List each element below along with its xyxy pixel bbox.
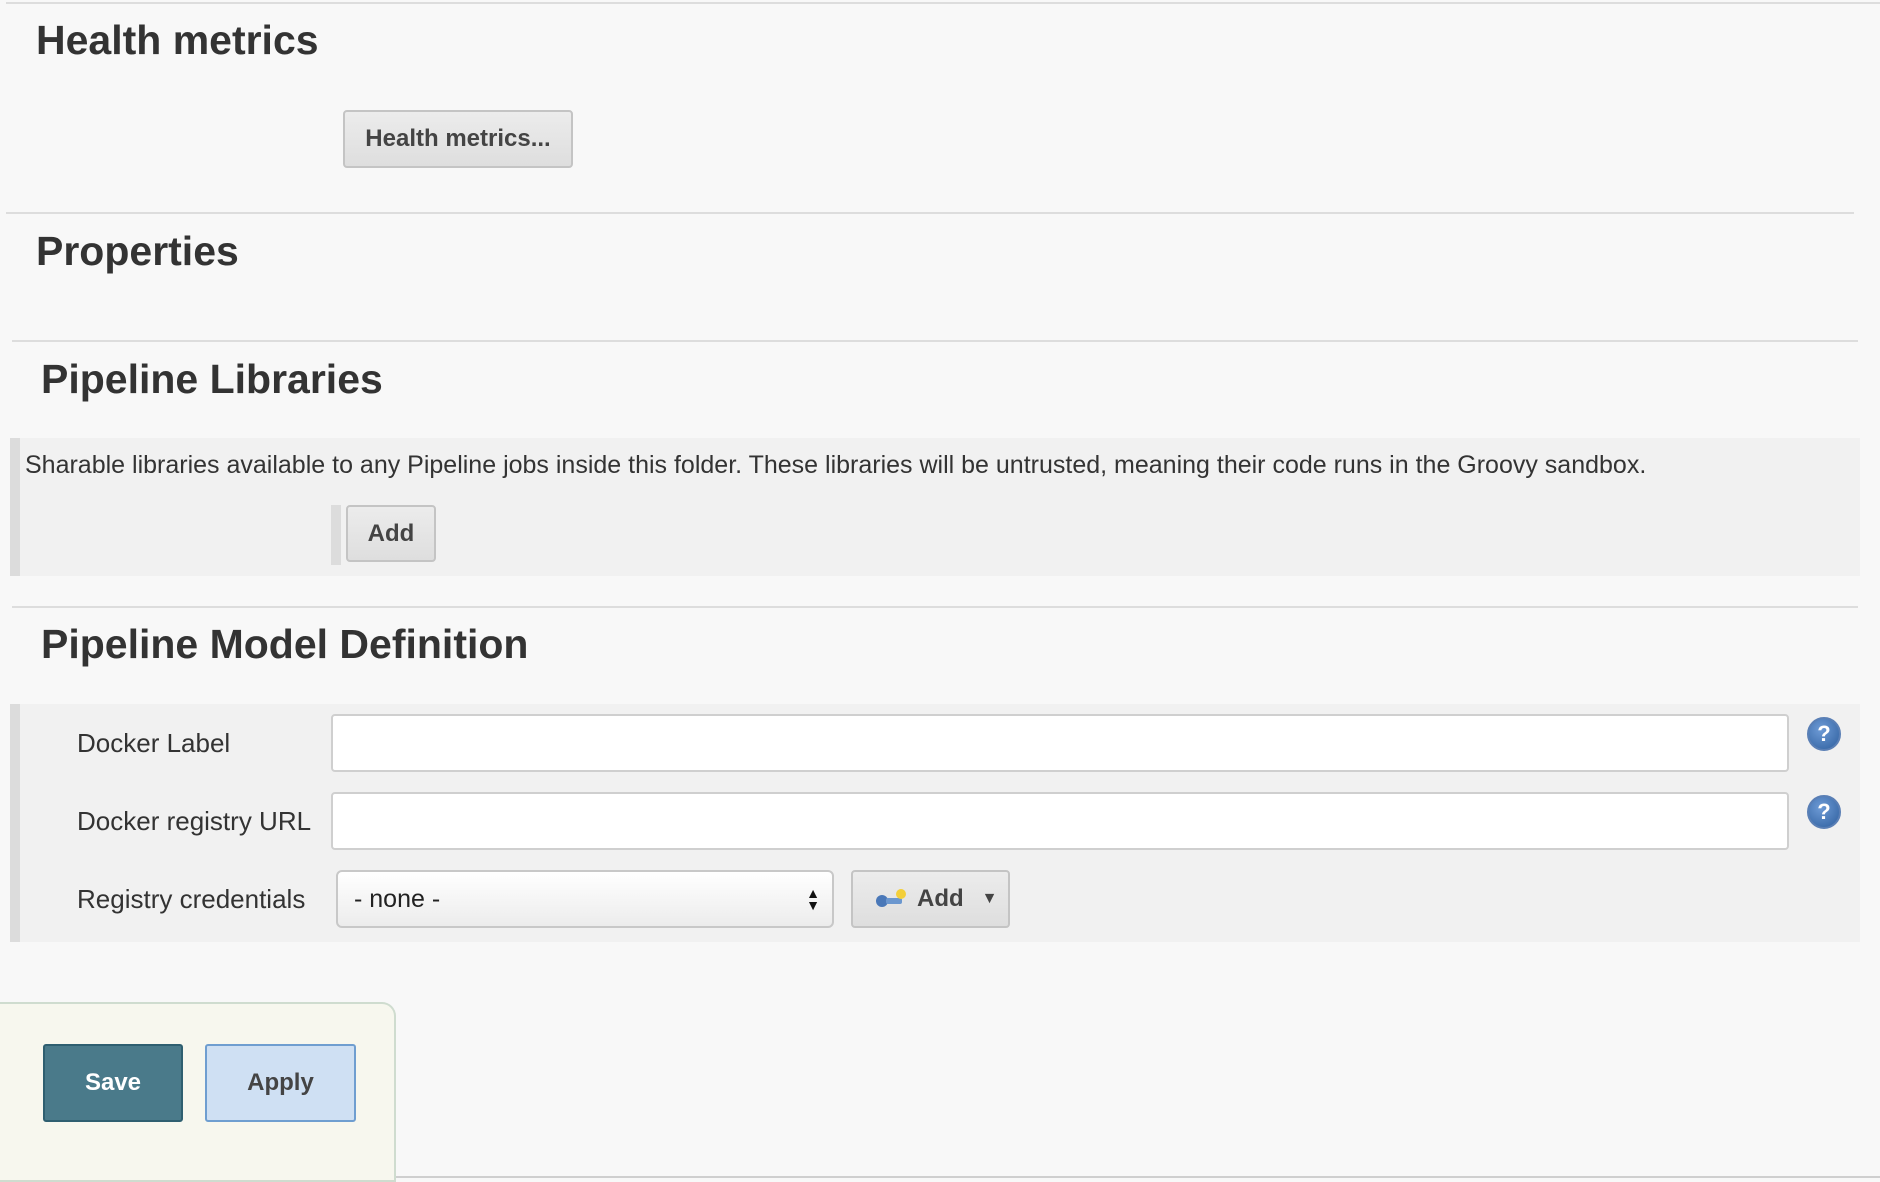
add-credentials-button[interactable]: Add ▼ [851,870,1010,928]
docker-label-label: Docker Label [77,728,231,758]
add-credentials-label: Add [917,885,964,912]
health-metrics-button[interactable]: Health metrics... [343,110,573,168]
divider [6,212,1854,214]
caret-down-icon: ▼ [981,890,998,907]
select-arrows-icon: ▲ ▼ [806,885,820,913]
save-button[interactable]: Save [43,1044,183,1122]
bottom-edge [396,1176,1880,1178]
registry-credentials-select[interactable]: - none - ▲ ▼ [336,870,834,928]
section-title-pipeline-model-definition: Pipeline Model Definition [41,621,529,667]
docker-registry-url-input[interactable] [331,792,1789,850]
key-icon [875,888,907,910]
divider [12,340,1858,342]
registry-credentials-label: Registry credentials [77,884,306,914]
apply-button[interactable]: Apply [205,1044,356,1122]
help-icon[interactable]: ? [1807,795,1841,829]
docker-registry-url-label: Docker registry URL [77,806,312,836]
panel-indent-bar [10,704,20,942]
docker-label-input[interactable] [331,714,1789,772]
registry-credentials-selected: - none - [354,884,441,913]
section-title-pipeline-libraries: Pipeline Libraries [41,356,383,402]
divider [12,606,1858,608]
help-icon[interactable]: ? [1807,717,1841,751]
section-title-properties: Properties [36,228,239,274]
panel-indent-bar [10,438,20,576]
repeatable-indent-bar [331,505,341,565]
add-library-button[interactable]: Add [346,505,436,562]
divider [6,2,1880,4]
pipeline-libraries-description: Sharable libraries available to any Pipe… [25,451,1647,479]
section-title-health-metrics: Health metrics [36,17,319,63]
